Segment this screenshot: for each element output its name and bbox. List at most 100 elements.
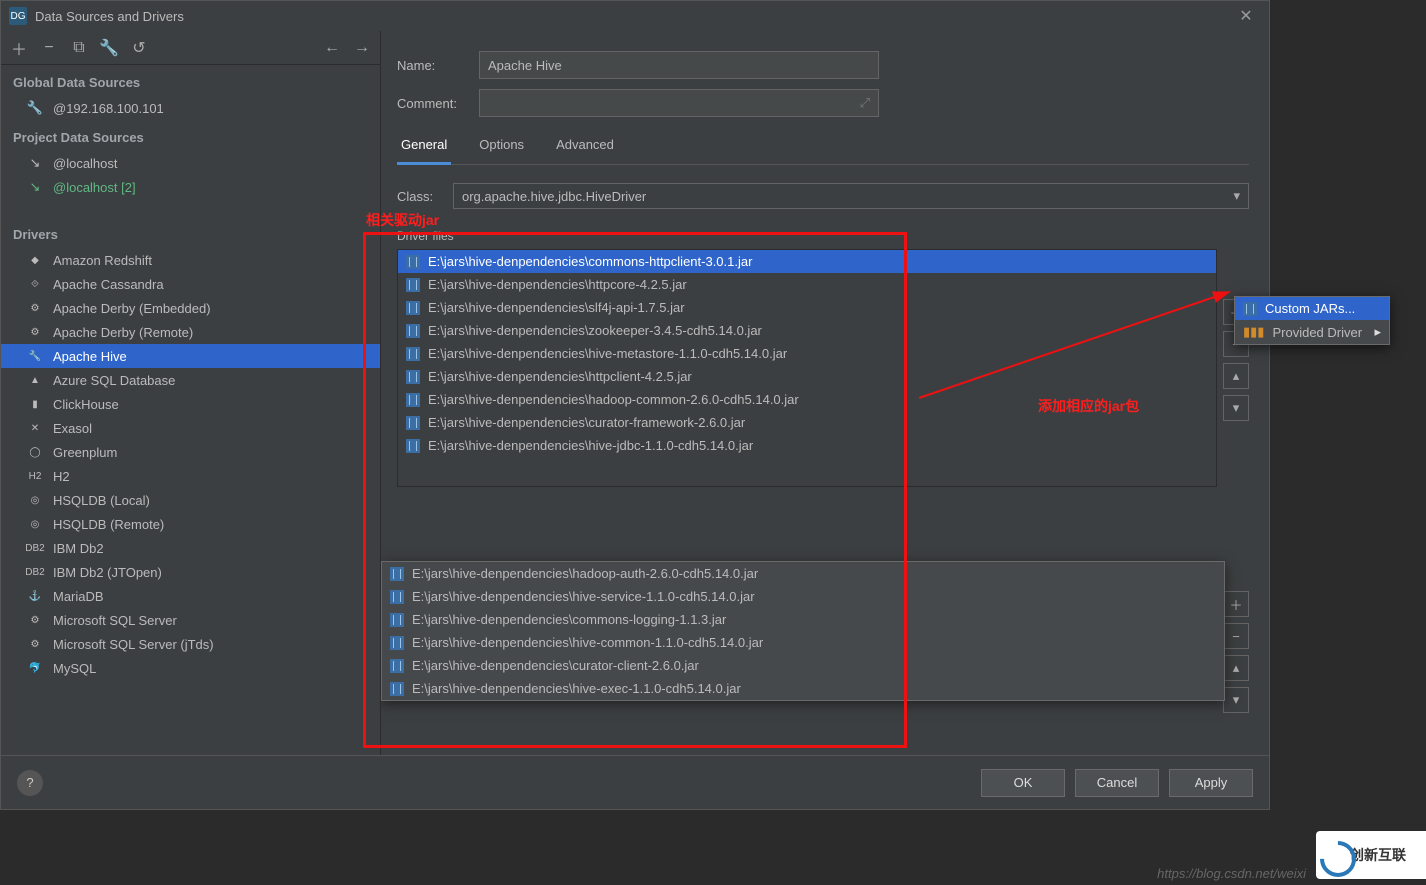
driver-item[interactable]: ▮ClickHouse xyxy=(1,392,380,416)
tab-general[interactable]: General xyxy=(397,129,451,165)
url-remove-button[interactable]: − xyxy=(1223,623,1249,649)
main-panel: Name: Apache Hive Comment: ⤢ General Opt… xyxy=(381,31,1269,755)
add-context-menu: Custom JARs... ▮▮▮ Provided Driver ▸ xyxy=(1234,296,1390,345)
titlebar: DG Data Sources and Drivers ✕ xyxy=(1,1,1269,31)
tab-options[interactable]: Options xyxy=(475,129,528,164)
jar-file-row[interactable]: E:\jars\hive-denpendencies\hive-service-… xyxy=(382,585,1224,608)
driver-item[interactable]: ⟐ Apache Cassandra xyxy=(1,272,380,296)
driver-icon: 🔧 xyxy=(27,348,43,364)
comment-input[interactable]: ⤢ xyxy=(479,89,879,117)
jar-file-row[interactable]: E:\jars\hive-denpendencies\curator-clien… xyxy=(382,654,1224,677)
driver-icon: ⚙ xyxy=(27,636,43,652)
jar-file-row[interactable]: E:\jars\hive-denpendencies\httpcore-4.2.… xyxy=(398,273,1216,296)
app-icon: DG xyxy=(9,7,27,25)
copy-icon[interactable]: ⧉ xyxy=(69,38,89,58)
help-icon[interactable]: ? xyxy=(17,770,43,796)
jar-file-row[interactable]: E:\jars\hive-denpendencies\hive-exec-1.1… xyxy=(382,677,1224,700)
menu-provided-driver[interactable]: ▮▮▮ Provided Driver ▸ xyxy=(1235,320,1389,344)
wrench-icon[interactable]: 🔧 xyxy=(99,38,119,58)
driver-item[interactable]: ⚙Microsoft SQL Server (jTds) xyxy=(1,632,380,656)
expand-icon[interactable]: ⤢ xyxy=(860,95,870,111)
driver-label: Apache Derby (Remote) xyxy=(53,325,193,340)
driver-icon: ◎ xyxy=(27,492,43,508)
move-up-button[interactable]: ▴ xyxy=(1223,363,1249,389)
jar-icon xyxy=(390,567,404,581)
jar-icon xyxy=(1243,302,1257,316)
driver-files-list[interactable]: E:\jars\hive-denpendencies\commons-httpc… xyxy=(397,249,1217,487)
tab-advanced[interactable]: Advanced xyxy=(552,129,618,164)
jar-file-row[interactable]: E:\jars\hive-denpendencies\hive-jdbc-1.1… xyxy=(398,434,1216,457)
driver-item[interactable]: 🐬MySQL xyxy=(1,656,380,680)
menu-custom-jars[interactable]: Custom JARs... xyxy=(1235,297,1389,320)
driver-item[interactable]: DB2IBM Db2 xyxy=(1,536,380,560)
back-icon[interactable]: ← xyxy=(322,38,342,58)
ok-button[interactable]: OK xyxy=(981,769,1065,797)
jar-file-row[interactable]: E:\jars\hive-denpendencies\zookeeper-3.4… xyxy=(398,319,1216,342)
jar-file-row[interactable]: E:\jars\hive-denpendencies\hadoop-auth-2… xyxy=(382,562,1224,585)
global-source-item[interactable]: 🔧 @192.168.100.101 xyxy=(1,96,380,120)
driver-label: Azure SQL Database xyxy=(53,373,175,388)
move-down-button[interactable]: ▾ xyxy=(1223,395,1249,421)
driver-label: Apache Hive xyxy=(53,349,127,364)
jar-icon xyxy=(406,393,420,407)
tabs: General Options Advanced xyxy=(397,129,1249,165)
driver-item[interactable]: ◯Greenplum xyxy=(1,440,380,464)
url-add-button[interactable]: ＋ xyxy=(1223,591,1249,617)
driver-icon: ⚙ xyxy=(27,300,43,316)
class-combobox[interactable]: org.apache.hive.jdbc.HiveDriver ▾ xyxy=(453,183,1249,209)
driver-icon: ◯ xyxy=(27,444,43,460)
project-source-item[interactable]: ↘ @localhost [2] xyxy=(1,175,380,199)
driver-item[interactable]: ⚙Microsoft SQL Server xyxy=(1,608,380,632)
driver-item[interactable]: ▲Azure SQL Database xyxy=(1,368,380,392)
jar-path: E:\jars\hive-denpendencies\slf4j-api-1.7… xyxy=(428,300,685,315)
jar-file-row[interactable]: E:\jars\hive-denpendencies\hive-metastor… xyxy=(398,342,1216,365)
jar-icon xyxy=(406,439,420,453)
jar-file-row[interactable]: E:\jars\hive-denpendencies\hive-common-1… xyxy=(382,631,1224,654)
class-label: Class: xyxy=(397,189,453,204)
jar-icon xyxy=(406,255,420,269)
jar-file-row[interactable]: E:\jars\hive-denpendencies\commons-httpc… xyxy=(398,250,1216,273)
driver-item[interactable]: 🔧 Apache Hive xyxy=(1,344,380,368)
driver-item[interactable]: ✕Exasol xyxy=(1,416,380,440)
remove-icon[interactable]: − xyxy=(39,38,59,58)
jar-icon xyxy=(406,416,420,430)
driver-item[interactable]: DB2IBM Db2 (JTOpen) xyxy=(1,560,380,584)
driver-label: Apache Cassandra xyxy=(53,277,164,292)
add-icon[interactable]: ＋ xyxy=(9,38,29,58)
driver-item[interactable]: H2H2 xyxy=(1,464,380,488)
driver-item[interactable]: ⚙Apache Derby (Embedded) xyxy=(1,296,380,320)
jar-file-row[interactable]: E:\jars\hive-denpendencies\commons-loggi… xyxy=(382,608,1224,631)
cancel-button[interactable]: Cancel xyxy=(1075,769,1159,797)
project-source-item[interactable]: ↘ @localhost xyxy=(1,151,380,175)
jar-path: E:\jars\hive-denpendencies\hive-service-… xyxy=(412,589,755,604)
sidebar-toolbar: ＋ − ⧉ 🔧 ↺ ← → xyxy=(1,31,380,65)
forward-icon[interactable]: → xyxy=(352,38,372,58)
comment-label: Comment: xyxy=(397,96,467,111)
tree-label: @localhost xyxy=(53,156,118,171)
jar-path: E:\jars\hive-denpendencies\curator-clien… xyxy=(412,658,699,673)
jar-path: E:\jars\hive-denpendencies\zookeeper-3.4… xyxy=(428,323,762,338)
driver-item[interactable]: ◎HSQLDB (Remote) xyxy=(1,512,380,536)
driver-item[interactable]: ◆Amazon Redshift xyxy=(1,248,380,272)
close-icon[interactable]: ✕ xyxy=(1231,6,1261,26)
driver-icon: DB2 xyxy=(27,540,43,556)
jar-popup-list[interactable]: E:\jars\hive-denpendencies\hadoop-auth-2… xyxy=(381,561,1225,701)
url-up-button[interactable]: ▴ xyxy=(1223,655,1249,681)
driver-icon: ▮▮▮ xyxy=(1243,324,1264,340)
name-input[interactable]: Apache Hive xyxy=(479,51,879,79)
driver-item[interactable]: ⚓MariaDB xyxy=(1,584,380,608)
driver-icon: ⟐ xyxy=(27,276,43,292)
jar-path: E:\jars\hive-denpendencies\hive-exec-1.1… xyxy=(412,681,741,696)
driver-icon: ⚙ xyxy=(27,324,43,340)
reset-icon[interactable]: ↺ xyxy=(129,38,149,58)
annotation-label-driver-jar: 相关驱动jar xyxy=(366,210,439,230)
annotation-label-add-jar: 添加相应的jar包 xyxy=(1038,396,1139,416)
driver-item[interactable]: ◎HSQLDB (Local) xyxy=(1,488,380,512)
driver-item[interactable]: ⚙ Apache Derby (Remote) xyxy=(1,320,380,344)
jar-file-row[interactable]: E:\jars\hive-denpendencies\slf4j-api-1.7… xyxy=(398,296,1216,319)
driver-files-label: Driver files xyxy=(397,229,1249,243)
jar-file-row[interactable]: E:\jars\hive-denpendencies\httpclient-4.… xyxy=(398,365,1216,388)
url-down-button[interactable]: ▾ xyxy=(1223,687,1249,713)
apply-button[interactable]: Apply xyxy=(1169,769,1253,797)
driver-label: MariaDB xyxy=(53,589,104,604)
